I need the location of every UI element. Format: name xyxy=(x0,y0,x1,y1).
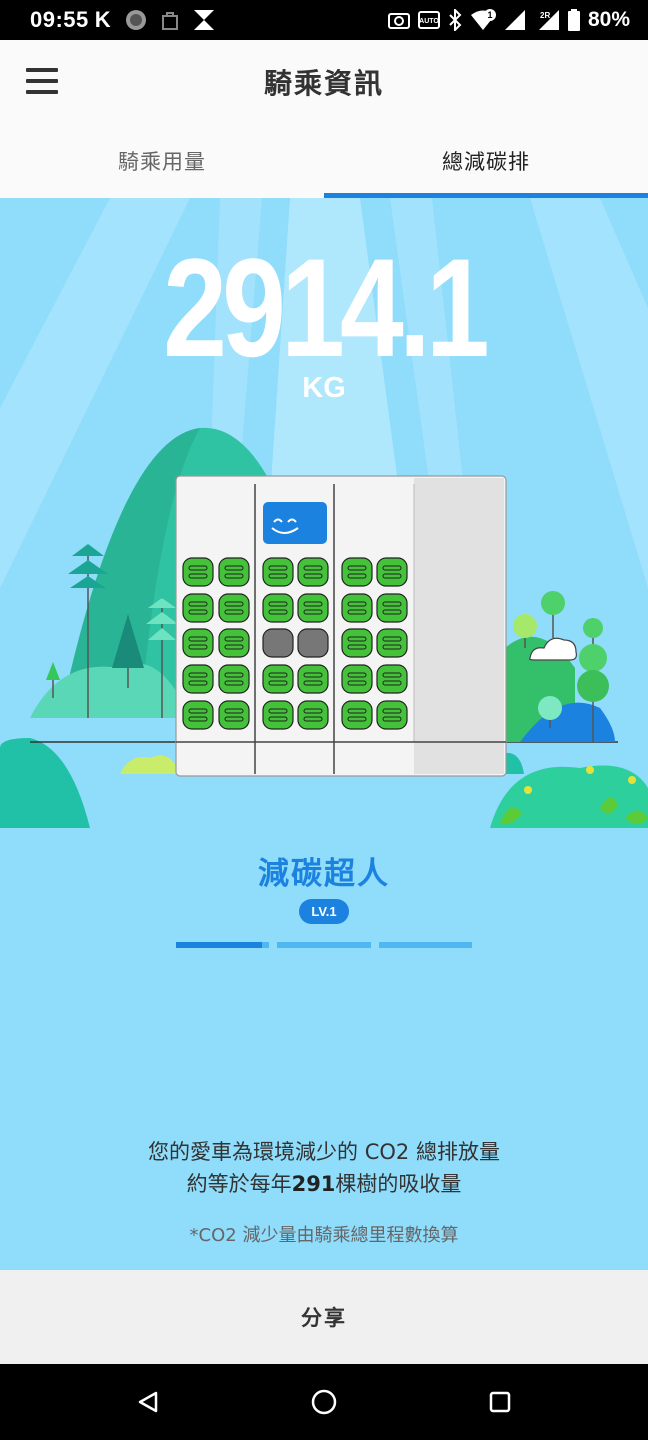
total-carbon-value: 2914.1 xyxy=(163,229,490,386)
battery-slot xyxy=(262,557,294,587)
shopping-bag-icon xyxy=(161,12,178,30)
battery-slot xyxy=(341,664,373,694)
calculation-note: *CO2 減少量由騎乘總里程數換算 xyxy=(189,1225,459,1246)
battery-icon xyxy=(567,9,580,31)
status-bar: 09:55 K AUTO 1 2R 80% xyxy=(0,0,648,40)
hamburger-menu-icon[interactable] xyxy=(26,68,58,94)
battery-slot xyxy=(262,700,294,730)
status-time: 09:55 xyxy=(30,7,89,32)
battery-slot xyxy=(218,593,250,623)
svg-text:1: 1 xyxy=(487,10,492,20)
battery-slot xyxy=(376,664,408,694)
back-icon[interactable] xyxy=(118,1372,178,1432)
battery-slot xyxy=(341,593,373,623)
battery-slot xyxy=(182,557,214,587)
empty-battery-slot xyxy=(297,628,329,658)
tab-bar: 騎乘用量 總減碳排 xyxy=(0,124,648,198)
battery-slot xyxy=(341,700,373,730)
signal-icon-2: 2R xyxy=(538,10,559,30)
level-progress xyxy=(176,942,472,950)
battery-slot xyxy=(218,557,250,587)
app-grid-icon xyxy=(193,10,214,30)
battery-slot xyxy=(376,593,408,623)
signal-icon-1 xyxy=(504,10,525,30)
battery-slot xyxy=(341,628,373,658)
battery-slot xyxy=(262,593,294,623)
battery-slot xyxy=(376,557,408,587)
battery-slot xyxy=(218,628,250,658)
description-line-2: 約等於每年291棵樹的吸收量 xyxy=(186,1172,462,1196)
wifi-icon: 1 xyxy=(470,9,496,30)
battery-slot xyxy=(182,700,214,730)
empty-battery-slot xyxy=(262,628,294,658)
battery-slot xyxy=(218,700,250,730)
battery-slot xyxy=(182,593,214,623)
progress-segment-1 xyxy=(176,942,270,948)
svg-text:2R: 2R xyxy=(540,11,550,20)
app-bar: 騎乘資訊 xyxy=(0,40,648,124)
carbon-description: 您的愛車為環境減少的 CO2 總排放量 約等於每年291棵樹的吸收量 xyxy=(0,1136,648,1200)
battery-slot xyxy=(297,557,329,587)
description-line-1: 您的愛車為環境減少的 CO2 總排放量 xyxy=(148,1140,500,1164)
level-title: 減碳超人 xyxy=(258,856,390,892)
svg-text:AUTO: AUTO xyxy=(419,18,439,25)
carbon-unit: KG xyxy=(302,372,346,404)
share-button[interactable]: 分享 xyxy=(0,1270,648,1364)
system-nav-bar xyxy=(0,1364,648,1440)
carbon-hero-panel: 2914.1 KG 減碳超人 LV.1 您的愛車為環境減少的 CO2 總排放量 … xyxy=(0,198,648,1270)
camera-icon xyxy=(387,13,410,29)
k-app-icon: K xyxy=(94,7,111,32)
battery-slot xyxy=(297,593,329,623)
battery-slot xyxy=(376,628,408,658)
home-icon[interactable] xyxy=(294,1372,354,1432)
battery-station-illustration xyxy=(0,427,648,828)
battery-slot xyxy=(341,557,373,587)
progress-segment-2 xyxy=(277,942,371,948)
battery-slot xyxy=(182,628,214,658)
battery-slot xyxy=(297,664,329,694)
level-badge: LV.1 xyxy=(299,899,349,924)
progress-segment-3 xyxy=(378,942,472,948)
recents-icon[interactable] xyxy=(470,1372,530,1432)
battery-slot xyxy=(262,664,294,694)
battery-slot xyxy=(297,700,329,730)
bluetooth-icon xyxy=(449,9,462,31)
battery-percent: 80% xyxy=(587,8,630,31)
battery-slot xyxy=(182,664,214,694)
tree-count: 291 xyxy=(291,1172,336,1196)
tab-total-carbon-reduction[interactable]: 總減碳排 xyxy=(324,124,648,198)
tab-riding-usage[interactable]: 騎乘用量 xyxy=(0,124,324,198)
page-title: 騎乘資訊 xyxy=(263,67,384,100)
auto-brightness-icon: AUTO xyxy=(417,11,440,29)
battery-slot xyxy=(218,664,250,694)
battery-slot xyxy=(376,700,408,730)
mi-icon xyxy=(125,10,146,30)
